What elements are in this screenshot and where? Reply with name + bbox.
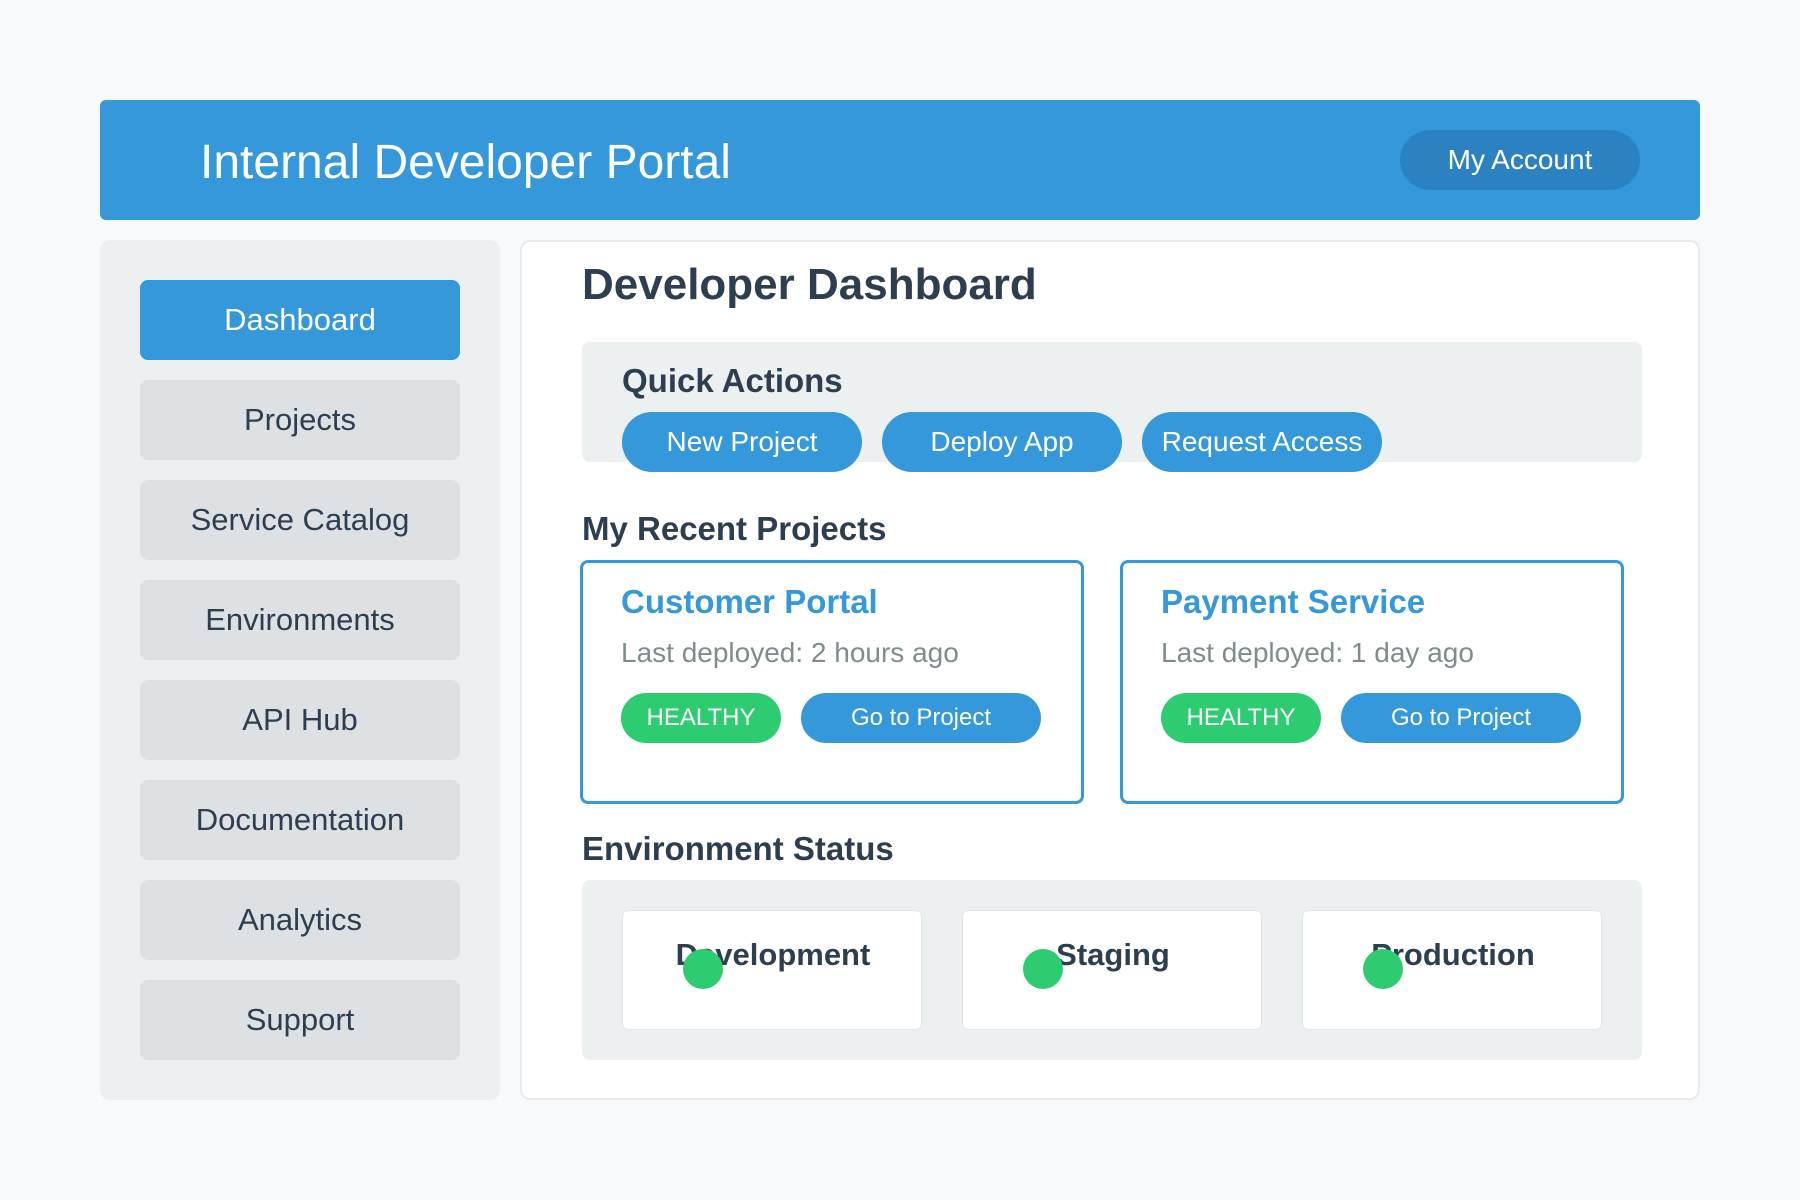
app-window: Internal Developer Portal My Account Das… (100, 100, 1700, 1100)
env-name: Staging (1056, 937, 1170, 972)
status-badge: HEALTHY (621, 693, 781, 743)
project-card-customer-portal: Customer Portal Last deployed: 2 hours a… (580, 560, 1084, 804)
project-last-deployed: Last deployed: 1 day ago (1161, 637, 1474, 668)
env-name: Development (675, 937, 871, 972)
sidebar-item-api-hub[interactable]: API Hub (140, 680, 460, 760)
sidebar-item-documentation[interactable]: Documentation (140, 780, 460, 860)
project-last-deployed: Last deployed: 2 hours ago (621, 637, 959, 668)
sidebar-item-projects[interactable]: Projects (140, 380, 460, 460)
deploy-app-button[interactable]: Deploy App (882, 412, 1122, 472)
sidebar-item-environments[interactable]: Environments (140, 580, 460, 660)
top-header: Internal Developer Portal My Account (100, 100, 1700, 220)
env-card-production[interactable]: Production (1302, 910, 1602, 1030)
sidebar-item-service-catalog[interactable]: Service Catalog (140, 480, 460, 560)
status-dot-icon (1023, 949, 1063, 989)
request-access-button[interactable]: Request Access (1142, 412, 1382, 472)
sidebar: Dashboard Projects Service Catalog Envir… (100, 240, 500, 1100)
status-dot-icon (683, 949, 723, 989)
environment-status-heading: Environment Status (582, 830, 894, 867)
project-card-payment-service: Payment Service Last deployed: 1 day ago… (1120, 560, 1624, 804)
env-card-development[interactable]: Development (622, 910, 922, 1030)
sidebar-item-analytics[interactable]: Analytics (140, 880, 460, 960)
quick-actions-heading: Quick Actions (622, 362, 843, 399)
recent-projects-heading: My Recent Projects (582, 510, 887, 547)
go-to-project-button[interactable]: Go to Project (801, 693, 1041, 743)
go-to-project-button[interactable]: Go to Project (1341, 693, 1581, 743)
new-project-button[interactable]: New Project (622, 412, 862, 472)
main-content: Developer Dashboard Quick Actions New Pr… (520, 240, 1700, 1100)
env-card-staging[interactable]: Staging (962, 910, 1262, 1030)
quick-actions-panel: Quick Actions New Project Deploy App Req… (582, 342, 1642, 472)
my-account-button[interactable]: My Account (1400, 130, 1640, 190)
env-name: Production (1371, 937, 1535, 972)
status-badge: HEALTHY (1161, 693, 1321, 743)
project-name[interactable]: Payment Service (1161, 583, 1425, 621)
status-dot-icon (1363, 949, 1403, 989)
environment-status-panel: Development Staging Production (582, 880, 1642, 1060)
page-title: Developer Dashboard (582, 260, 1037, 309)
portal-title: Internal Developer Portal (200, 136, 731, 189)
project-name[interactable]: Customer Portal (621, 583, 878, 621)
sidebar-item-dashboard[interactable]: Dashboard (140, 280, 460, 360)
sidebar-item-support[interactable]: Support (140, 980, 460, 1060)
